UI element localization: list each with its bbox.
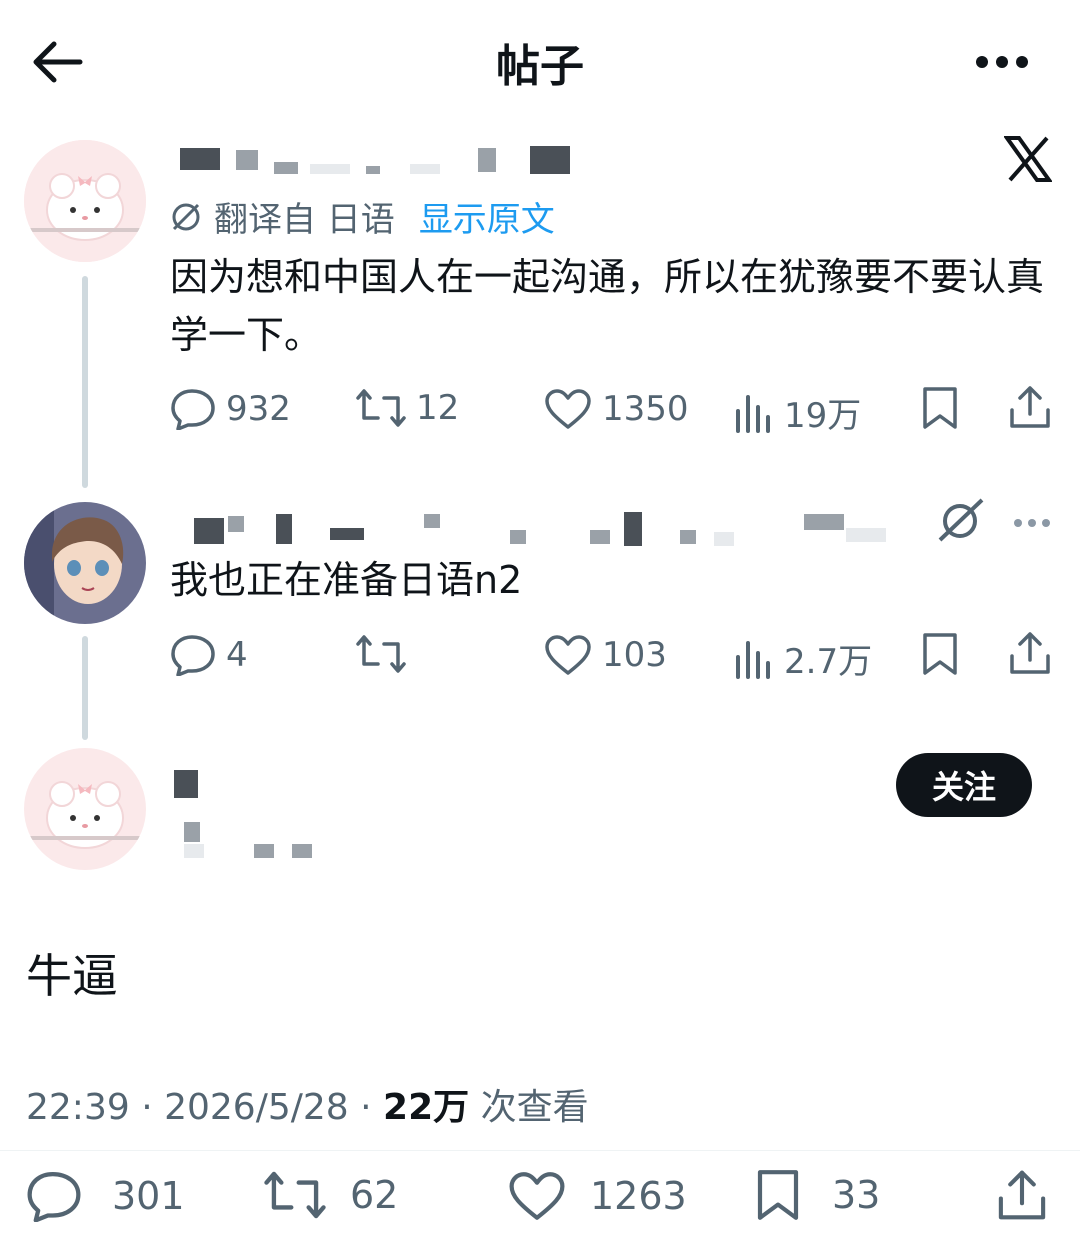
more-options-icon[interactable] <box>1012 514 1052 527</box>
avatar[interactable] <box>24 502 146 624</box>
divider <box>0 1150 1080 1151</box>
bookmark-button[interactable] <box>920 632 960 676</box>
like-count: 103 <box>602 635 667 675</box>
username-redacted[interactable] <box>180 146 580 176</box>
show-original-link[interactable]: 显示原文 <box>419 192 555 241</box>
follow-button[interactable]: 关注 <box>896 753 1032 817</box>
reply-icon <box>171 389 215 430</box>
more-options-icon[interactable] <box>972 50 1032 74</box>
retweet-count: 12 <box>416 388 460 428</box>
heart-icon <box>545 635 591 675</box>
like-count: 1350 <box>602 389 689 429</box>
username-redacted[interactable] <box>170 766 410 862</box>
thread-line <box>82 636 88 740</box>
thread-line <box>82 276 88 488</box>
bookmark-icon <box>923 387 957 429</box>
views-count: 19万 <box>784 396 862 436</box>
share-icon <box>1010 386 1050 428</box>
translation-label: 翻译自 日语 <box>214 200 395 240</box>
share-button[interactable] <box>1008 384 1052 430</box>
avatar[interactable] <box>24 748 146 870</box>
reply-button[interactable]: 4 <box>170 634 248 676</box>
retweet-button[interactable]: 12 <box>356 388 459 428</box>
heart-icon <box>545 389 591 429</box>
retweet-button[interactable] <box>356 634 416 674</box>
post-text: 牛逼 <box>26 949 118 1003</box>
views-button[interactable]: 2.7万 <box>734 634 872 683</box>
reply-button[interactable]: 932 <box>170 388 291 430</box>
share-button[interactable] <box>1008 630 1052 676</box>
tweet-text: 我也正在准备日语n2 <box>170 558 523 602</box>
translate-icon[interactable] <box>936 496 986 544</box>
retweet-icon <box>356 389 406 427</box>
view-count-label: 次查看 <box>480 1087 589 1128</box>
like-button[interactable]: 1350 <box>544 388 689 430</box>
page-title: 帖子 <box>496 41 584 92</box>
like-button[interactable]: 1263 <box>508 1170 687 1222</box>
x-logo-icon <box>1003 136 1053 182</box>
retweet-icon <box>264 1171 326 1219</box>
reply-count: 932 <box>226 389 291 429</box>
bookmark-count: 33 <box>832 1173 881 1217</box>
view-count: 22万 <box>383 1087 470 1128</box>
views-button[interactable]: 19万 <box>734 388 861 437</box>
tweet-text: 因为想和中国人在一起沟通，所以在犹豫要不要认真学一下。 <box>170 255 1045 357</box>
retweet-button[interactable]: 62 <box>264 1170 398 1220</box>
post-date: 2026/5/28 <box>164 1087 349 1128</box>
retweet-count: 62 <box>350 1173 399 1217</box>
share-icon <box>1010 632 1050 674</box>
views-chart-icon <box>736 394 770 433</box>
post-metadata: 22:39 · 2026/5/28 · 22万 次查看 <box>26 1087 589 1128</box>
share-icon <box>998 1170 1046 1220</box>
reply-count: 4 <box>226 635 248 675</box>
reply-count: 301 <box>112 1174 185 1218</box>
like-button[interactable]: 103 <box>544 634 667 676</box>
post-time: 22:39 <box>26 1087 130 1128</box>
share-button[interactable] <box>996 1168 1048 1222</box>
retweet-icon <box>356 635 406 673</box>
translate-icon <box>172 203 200 230</box>
reply-icon <box>171 635 215 676</box>
views-chart-icon <box>736 640 770 679</box>
bookmark-icon <box>757 1170 799 1220</box>
bookmark-button[interactable]: 33 <box>754 1168 880 1222</box>
reply-icon <box>27 1171 81 1222</box>
like-count: 1263 <box>590 1174 687 1218</box>
heart-icon <box>509 1172 565 1220</box>
bookmark-button[interactable] <box>920 386 960 430</box>
username-redacted[interactable] <box>180 512 900 548</box>
translation-note: 翻译自 日语 显示原文 <box>170 192 555 241</box>
reply-button[interactable]: 301 <box>26 1170 185 1222</box>
avatar[interactable] <box>24 140 146 262</box>
views-count: 2.7万 <box>784 642 873 682</box>
bookmark-icon <box>923 633 957 675</box>
